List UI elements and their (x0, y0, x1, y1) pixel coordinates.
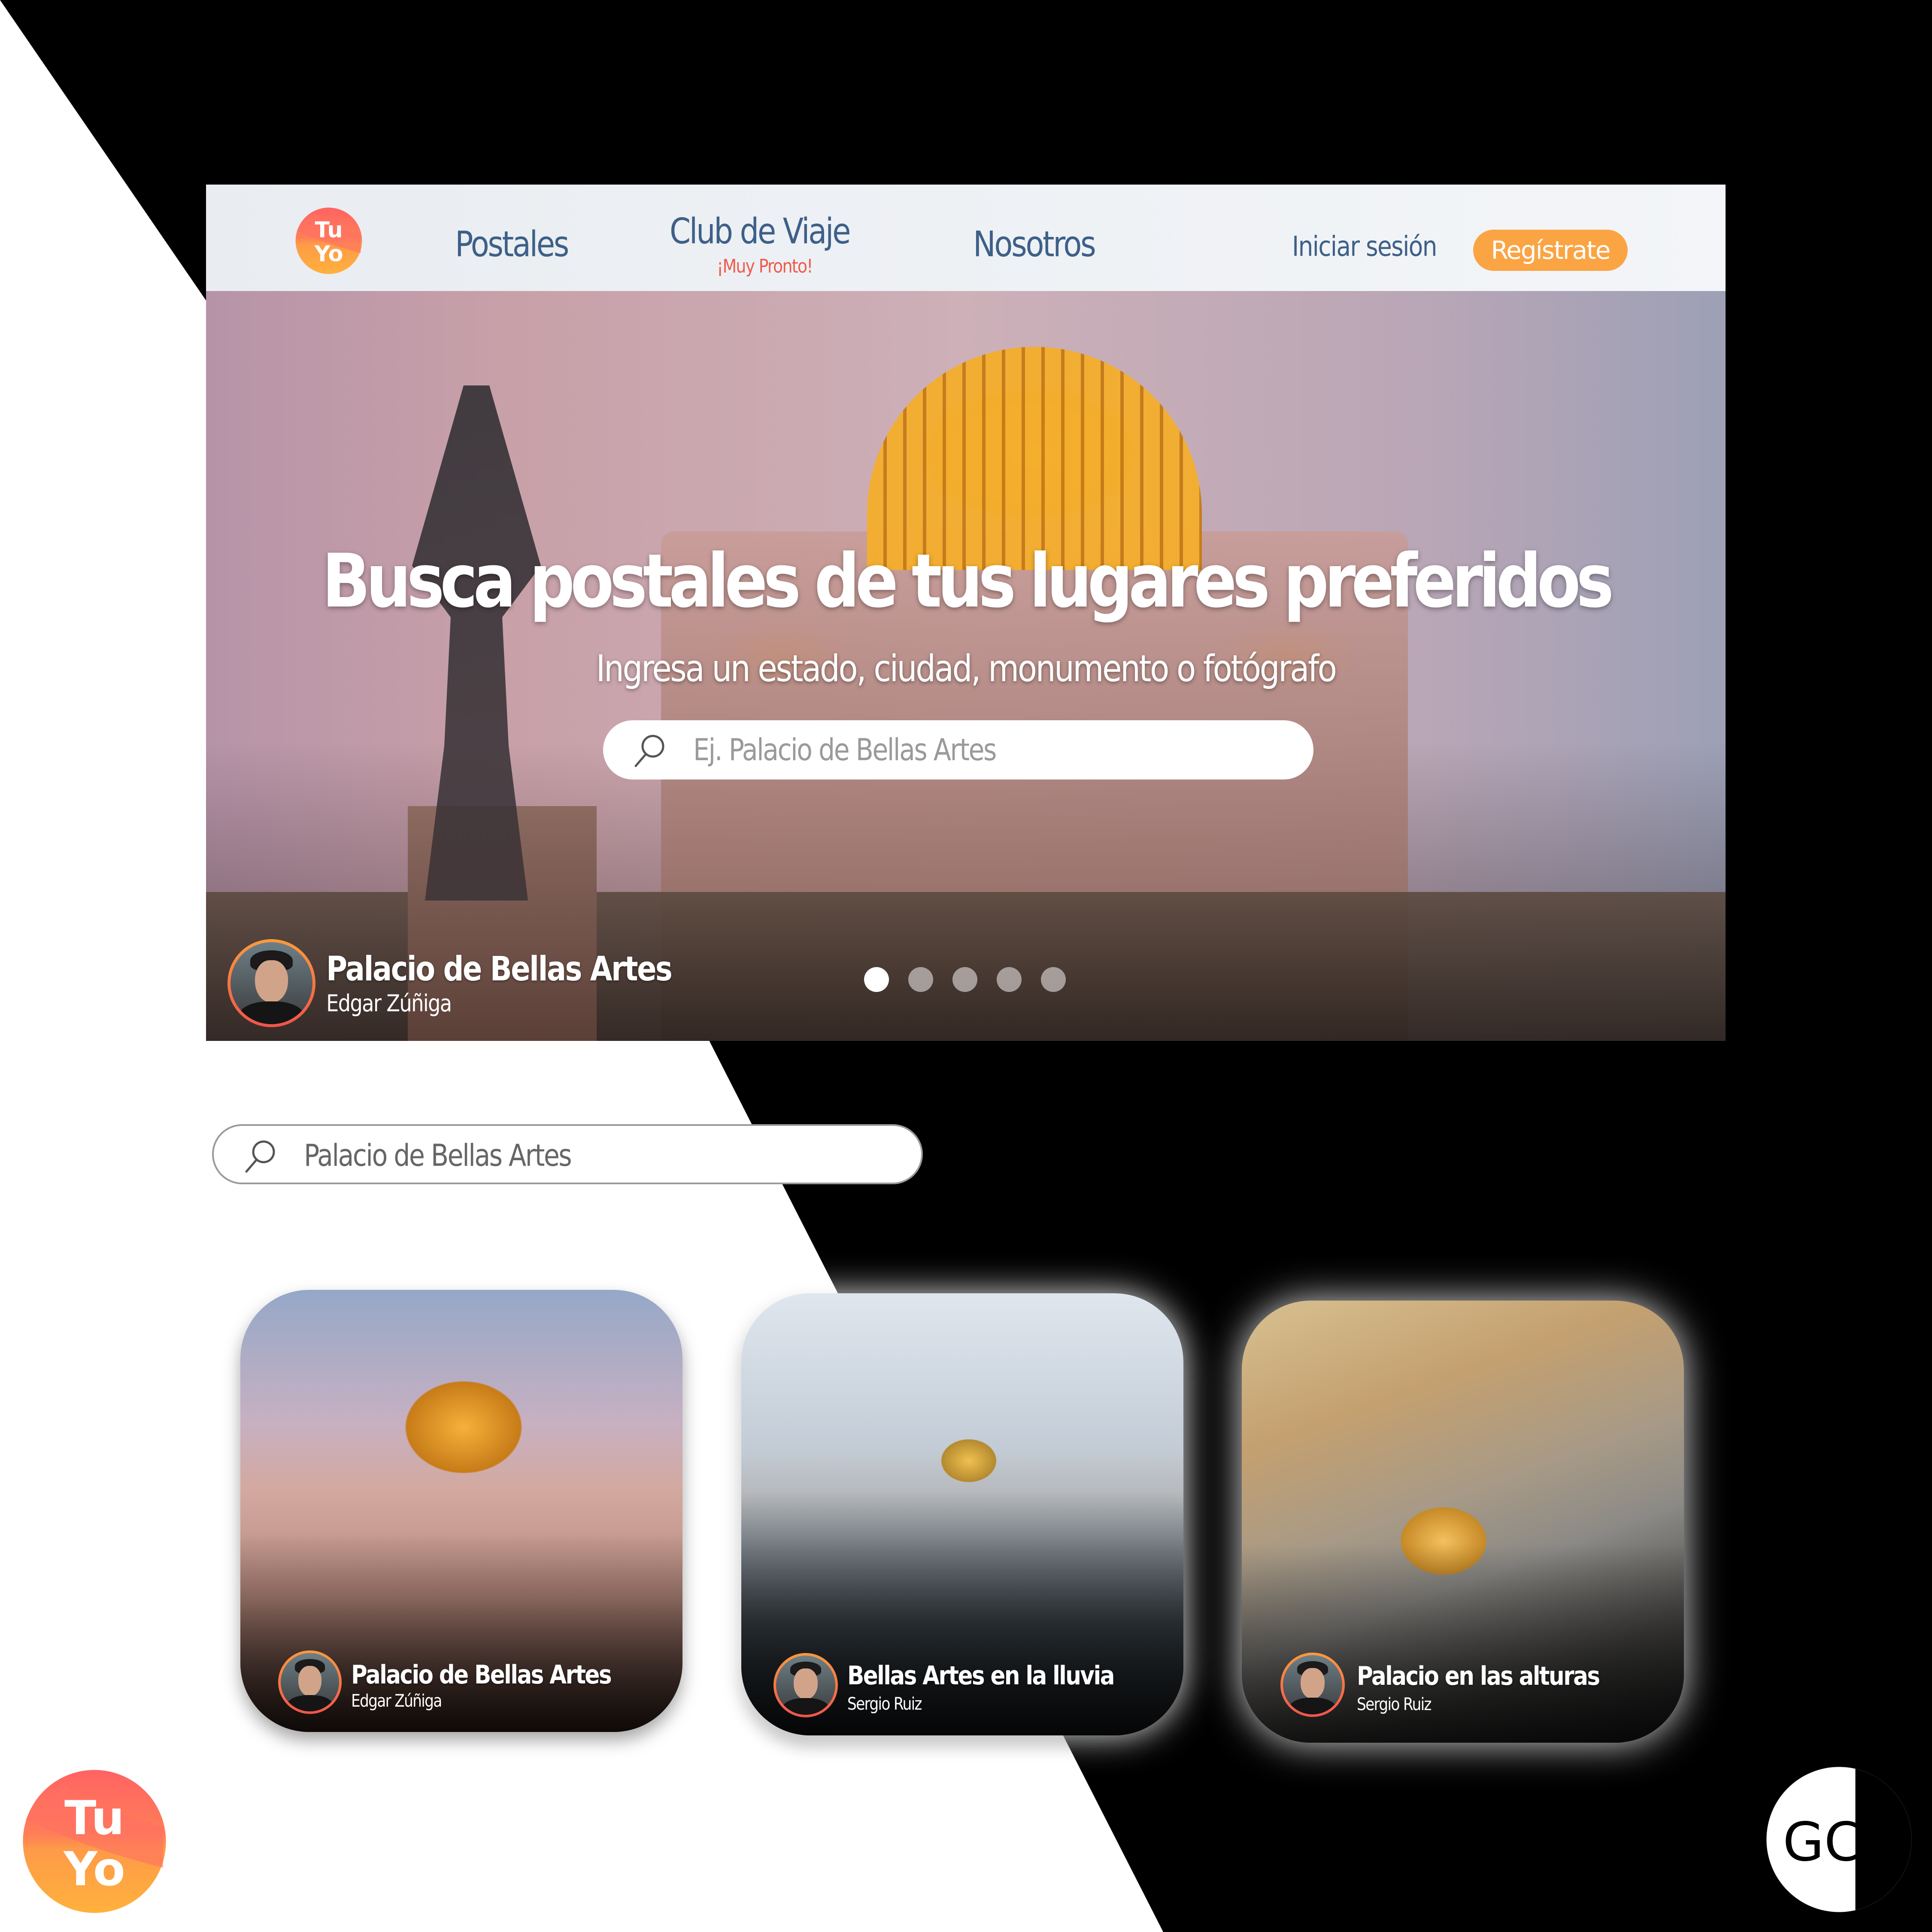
svg-text:Tu: Tu (315, 217, 343, 243)
login-link[interactable]: Iniciar sesión (1292, 231, 1438, 263)
carousel-dot-4[interactable] (997, 967, 1022, 992)
hero-title: Busca postales de tus lugares preferidos (322, 538, 1614, 624)
carousel-dots (864, 967, 1066, 992)
avatar (776, 1656, 835, 1715)
card-title: Bellas Artes en la lluvia (847, 1661, 1115, 1691)
carousel-dot-1[interactable] (864, 967, 889, 992)
tuyo-logo[interactable]: Tu Yo (295, 207, 363, 275)
svg-text:GCP: GCP (1783, 1811, 1893, 1873)
register-button[interactable]: Regístrate (1473, 230, 1628, 271)
card-title: Palacio de Bellas Artes (351, 1660, 612, 1690)
hero-credit-author: Edgar Zúñiga (326, 990, 452, 1017)
gcp-watermark-logo: GCP (1766, 1766, 1912, 1913)
search-value: Palacio de Bellas Artes (304, 1138, 572, 1173)
result-card[interactable]: Palacio en las alturas Sergio Ruiz (1242, 1301, 1684, 1743)
svg-text:Yo: Yo (63, 1842, 125, 1896)
carousel-dot-2[interactable] (908, 967, 933, 992)
hero-search-input[interactable]: Ej. Palacio de Bellas Artes (603, 720, 1313, 779)
card-title: Palacio en las alturas (1357, 1661, 1600, 1691)
result-card[interactable]: Palacio de Bellas Artes Edgar Zúñiga (240, 1290, 682, 1732)
search-icon (245, 1140, 275, 1173)
website-mockup: Tu Yo Postales Club de Viaje ¡Muy Pronto… (206, 185, 1726, 1041)
nav-postales[interactable]: Postales (455, 224, 569, 265)
result-card[interactable]: Bellas Artes en la lluvia Sergio Ruiz (741, 1293, 1183, 1735)
results-search-input[interactable]: Palacio de Bellas Artes (212, 1124, 923, 1184)
avatar (231, 942, 312, 1024)
carousel-dot-5[interactable] (1041, 967, 1066, 992)
nav-nosotros[interactable]: Nosotros (973, 224, 1096, 265)
card-author: Sergio Ruiz (847, 1694, 922, 1714)
avatar (1283, 1655, 1342, 1714)
tuyo-logo-large: Tu Yo (23, 1770, 166, 1913)
hero-banner: Busca postales de tus lugares preferidos… (206, 291, 1726, 1041)
avatar (281, 1653, 339, 1711)
search-icon (634, 735, 664, 767)
hero-photo-dome (867, 347, 1202, 570)
search-placeholder: Ej. Palacio de Bellas Artes (693, 732, 997, 767)
carousel-dot-3[interactable] (952, 967, 977, 992)
navbar: Tu Yo Postales Club de Viaje ¡Muy Pronto… (206, 185, 1726, 291)
svg-text:Tu: Tu (64, 1791, 124, 1845)
svg-text:Yo: Yo (314, 241, 343, 266)
card-author: Edgar Zúñiga (351, 1691, 442, 1711)
card-author: Sergio Ruiz (1357, 1695, 1432, 1714)
hero-subtitle: Ingresa un estado, ciudad, monumento o f… (596, 647, 1337, 690)
hero-credit-title: Palacio de Bellas Artes (326, 950, 673, 989)
nav-club-de-viaje[interactable]: Club de Viaje (670, 211, 851, 252)
coming-soon-badge: ¡Muy Pronto! (717, 255, 813, 277)
